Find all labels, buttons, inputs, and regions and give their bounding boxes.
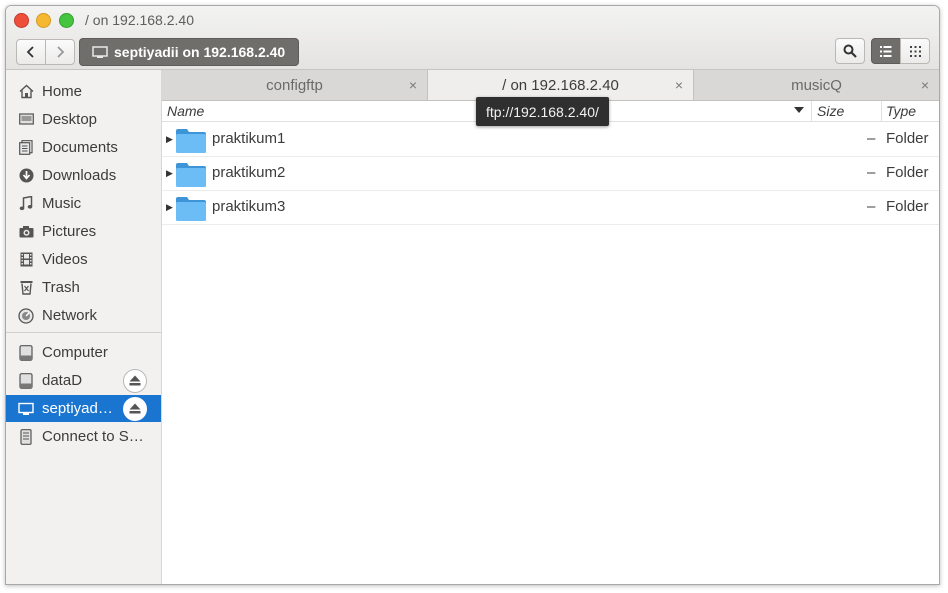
location-label: septiyadii on 192.168.2.40 [114,44,286,60]
file-type: Folder [886,130,929,147]
sidebar: Home Desktop Documents Downloads Music P… [6,70,162,584]
sidebar-item-label: Computer [42,344,108,361]
folder-icon [176,129,206,153]
list-view-button[interactable] [871,38,901,64]
sidebar-item-label: Home [42,83,83,100]
sidebar-item-label: Downloads [42,167,117,184]
sidebar-item-datad[interactable]: dataD [6,367,161,394]
chevron-right-icon [57,46,65,58]
folder-icon [176,163,206,187]
sidebar-item-computer[interactable]: Computer [6,339,161,366]
sidebar-item-label: septiyad… [42,400,113,417]
trash-icon [18,280,34,296]
grid-view-icon [909,45,921,57]
window-title: / on 192.168.2.40 [85,12,194,28]
sidebar-item-label: Desktop [42,111,98,128]
sidebar-item-music[interactable]: Music [6,190,161,217]
sidebar-item-label: Pictures [42,223,97,240]
search-button[interactable] [835,38,865,64]
file-row[interactable]: ▶ praktikum1 – Folder [162,122,939,157]
desktop-icon [18,112,34,128]
sidebar-item-connect-to-server[interactable]: Connect to S… [6,423,161,450]
file-manager-window: / on 192.168.2.40 septiyadii on 192.168.… [5,5,940,585]
file-row[interactable]: ▶ praktikum3 – Folder [162,190,939,225]
eject-icon [129,375,141,386]
window-maximize-button[interactable] [59,13,74,28]
eject-button[interactable] [123,396,147,421]
drive-icon [18,372,34,389]
window-close-button[interactable] [14,13,29,28]
sidebar-item-documents[interactable]: Documents [6,134,161,161]
sidebar-item-label: dataD [42,372,83,389]
sidebar-item-label: Documents [42,139,118,156]
grid-view-button[interactable] [900,38,930,64]
list-view-icon [880,45,892,57]
network-folder-icon [18,401,34,417]
forward-button[interactable] [45,40,74,64]
sidebar-item-downloads[interactable]: Downloads [6,162,161,189]
expand-arrow-icon[interactable]: ▶ [166,134,173,145]
sidebar-item-home[interactable]: Home [6,78,161,105]
column-header-name[interactable]: Name [167,103,204,119]
column-header-type[interactable]: Type [886,103,916,119]
file-type: Folder [886,164,929,181]
file-size: – [867,130,876,147]
camera-icon [18,224,34,240]
sort-descending-icon[interactable] [794,107,804,114]
expand-arrow-icon[interactable]: ▶ [166,202,173,213]
file-type: Folder [886,198,929,215]
tab-label: / on 192.168.2.40 [502,76,619,94]
sidebar-item-label: Trash [42,279,80,296]
eject-button[interactable] [123,368,147,393]
film-icon [18,252,34,268]
file-name: praktikum3 [212,198,286,215]
tab-configftp[interactable]: configftp × [162,70,428,100]
server-icon [18,428,34,445]
network-icon [18,307,34,324]
sidebar-item-trash[interactable]: Trash [6,274,161,301]
title-bar: / on 192.168.2.40 septiyadii on 192.168.… [6,6,939,70]
drive-icon [18,344,34,361]
tab-root[interactable]: / on 192.168.2.40 × [428,70,694,100]
eject-icon [129,403,141,414]
file-size: – [867,164,876,181]
tab-close-icon[interactable]: × [921,77,929,93]
chevron-left-icon [26,46,34,58]
sidebar-item-septiyadii[interactable]: septiyad… [6,395,161,422]
sidebar-item-label: Music [42,195,82,212]
tab-close-icon[interactable]: × [675,77,683,93]
search-icon [843,44,857,58]
file-name: praktikum2 [212,164,286,181]
file-row[interactable]: ▶ praktikum2 – Folder [162,156,939,191]
expand-arrow-icon[interactable]: ▶ [166,168,173,179]
sidebar-item-desktop[interactable]: Desktop [6,106,161,133]
file-size: – [867,198,876,215]
documents-icon [18,140,34,156]
sidebar-item-label: Videos [42,251,88,268]
home-icon [18,84,34,100]
tab-label: configftp [266,76,323,94]
window-minimize-button[interactable] [36,13,51,28]
sidebar-separator [6,332,161,333]
sidebar-item-videos[interactable]: Videos [6,246,161,273]
back-button[interactable] [17,40,45,64]
location-button[interactable]: septiyadii on 192.168.2.40 [79,38,300,66]
network-folder-icon [92,46,108,58]
folder-icon [176,197,206,221]
column-header-size[interactable]: Size [817,103,844,119]
tab-label: musicQ [791,76,842,94]
downloads-icon [18,168,34,184]
sidebar-item-label: Network [42,307,98,324]
file-name: praktikum1 [212,130,286,147]
tab-musicq[interactable]: musicQ × [694,70,939,100]
sidebar-item-label: Connect to S… [42,428,144,445]
navigation-buttons [16,39,75,65]
tab-close-icon[interactable]: × [409,77,417,93]
location-tooltip: ftp://192.168.2.40/ [476,97,609,126]
sidebar-item-network[interactable]: Network [6,302,161,329]
sidebar-item-pictures[interactable]: Pictures [6,218,161,245]
column-divider [881,101,882,121]
column-divider [811,101,812,121]
music-icon [18,196,34,212]
